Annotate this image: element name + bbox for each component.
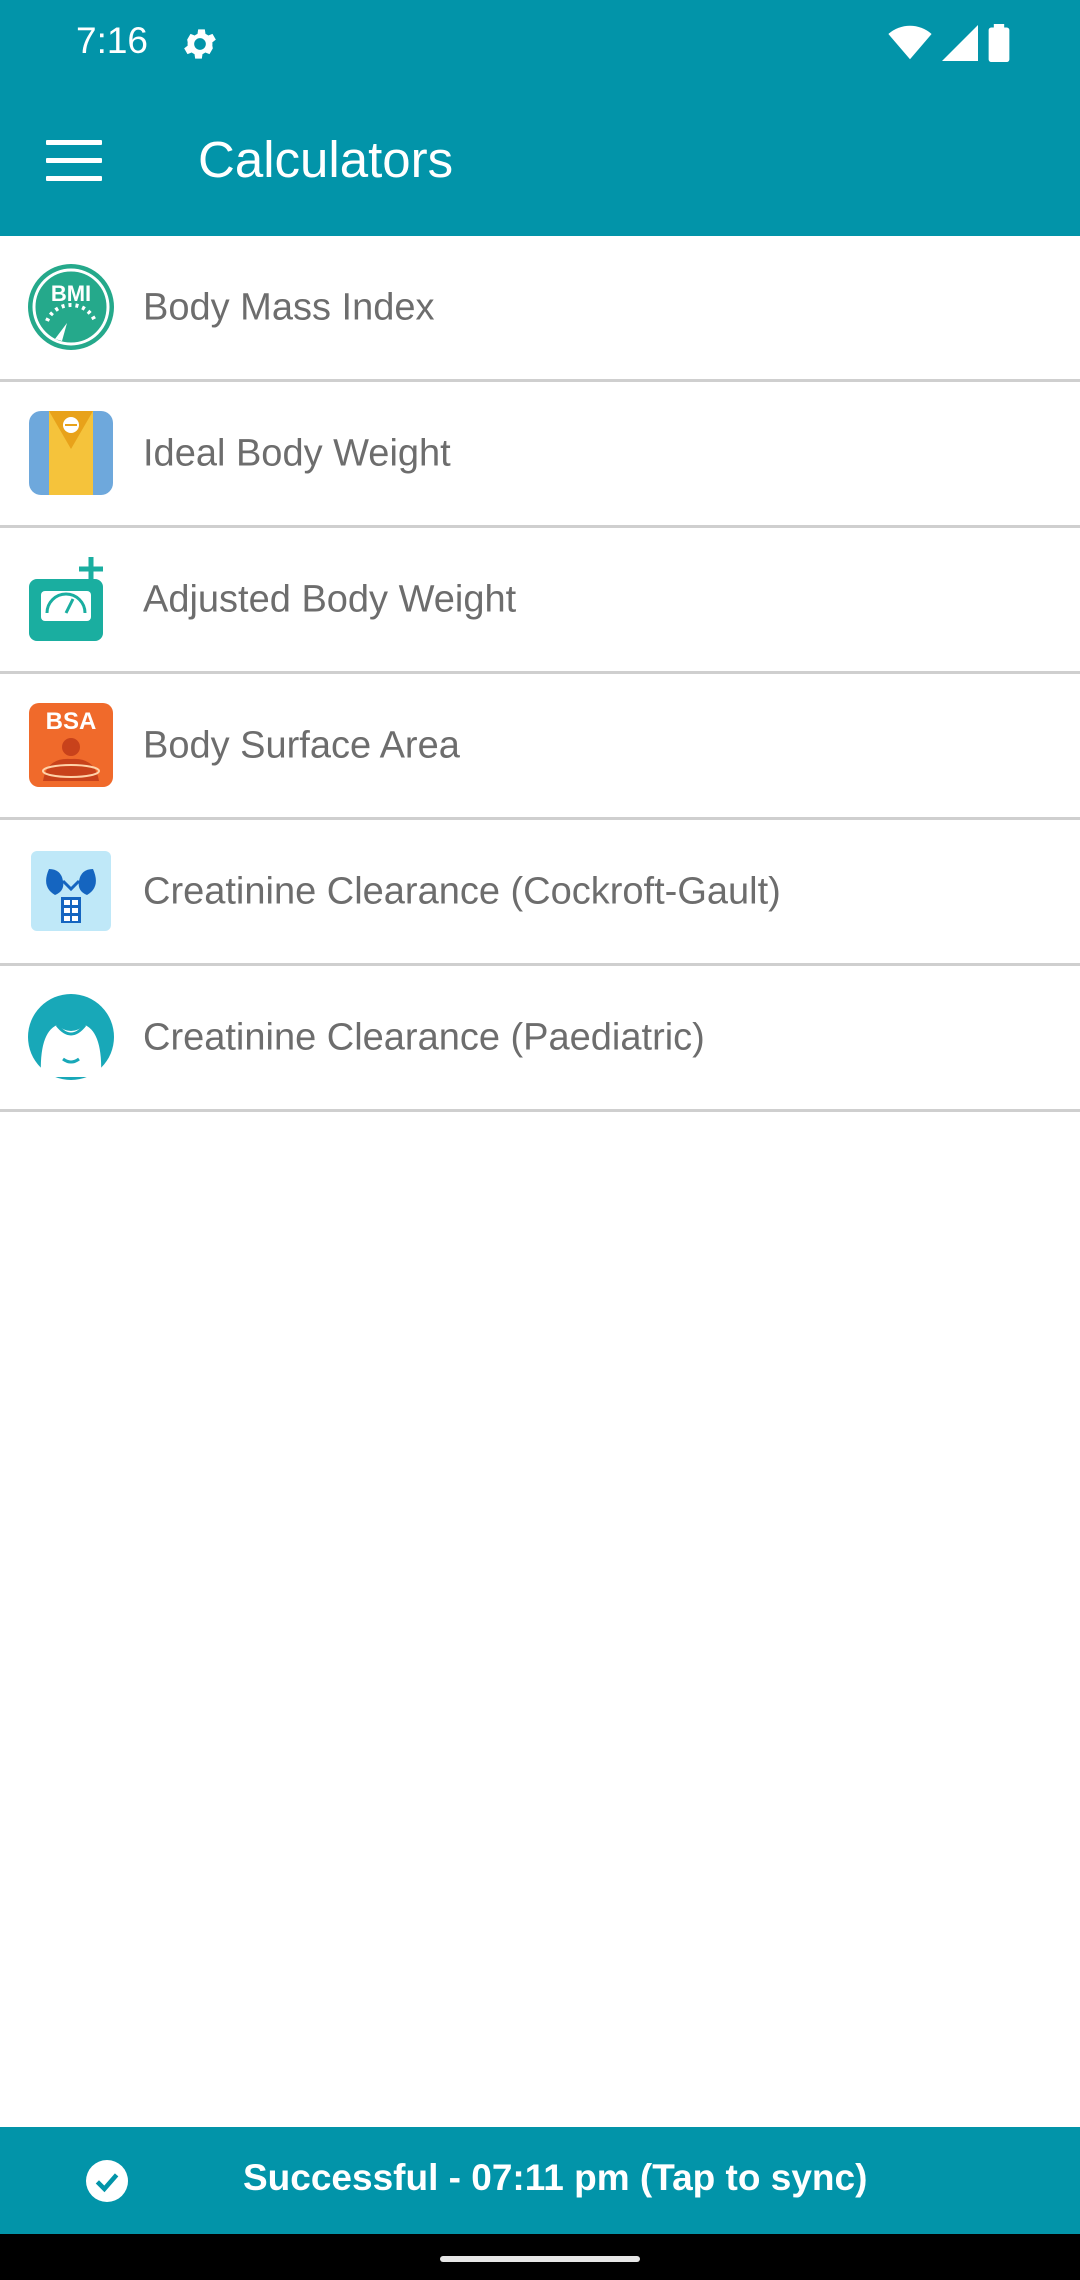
list-item-label: Creatinine Clearance (Paediatric) [143, 1016, 705, 1058]
ideal-body-weight-icon [29, 411, 113, 495]
list-item-body-surface-area[interactable]: BSA Body Surface Area [0, 674, 1080, 820]
app-bar: Calculators [0, 88, 1080, 236]
list-item-label: Body Mass Index [143, 286, 435, 328]
list-item-creatinine-clearance-paediatric[interactable]: Creatinine Clearance (Paediatric) [0, 966, 1080, 1112]
list-item-label: Adjusted Body Weight [143, 578, 517, 620]
adjusted-body-weight-icon [29, 557, 103, 641]
list-item-creatinine-clearance-cockroft-gault[interactable]: Creatinine Clearance (Cockroft-Gault) [0, 820, 1080, 966]
list-item-label: Body Surface Area [143, 724, 460, 766]
list-item-adjusted-body-weight[interactable]: Adjusted Body Weight [0, 528, 1080, 674]
list-item-label: Ideal Body Weight [143, 432, 451, 474]
paediatric-icon [28, 994, 114, 1080]
page-title: Calculators [198, 131, 454, 188]
wifi-icon [888, 25, 932, 60]
check-circle-icon [86, 2160, 128, 2202]
bmi-icon: BMI [28, 264, 114, 350]
bsa-icon-text: BSA [46, 708, 97, 735]
list-item-body-mass-index[interactable]: BMI Body Mass Index [0, 236, 1080, 382]
kidney-calculator-icon [31, 851, 111, 931]
battery-icon [988, 24, 1010, 62]
bsa-icon: BSA [29, 703, 113, 787]
calculator-list: BMI Body Mass Index Ideal Body Weight Ad… [0, 236, 1080, 1112]
bmi-icon-text: BMI [51, 281, 91, 306]
cell-signal-icon [942, 25, 978, 61]
home-gesture-handle[interactable] [440, 2256, 640, 2262]
sync-status-text: Successful - 07:11 pm (Tap to sync) [243, 2157, 868, 2198]
hamburger-menu-icon[interactable] [46, 140, 102, 184]
system-nav-bar [0, 2234, 1080, 2280]
gear-icon [184, 29, 216, 59]
list-item-ideal-body-weight[interactable]: Ideal Body Weight [0, 382, 1080, 528]
status-bar: 7:16 [0, 0, 1080, 88]
status-time: 7:16 [76, 20, 149, 61]
sync-status-bar[interactable]: Successful - 07:11 pm (Tap to sync) [0, 2127, 1080, 2234]
list-item-label: Creatinine Clearance (Cockroft-Gault) [143, 870, 781, 912]
